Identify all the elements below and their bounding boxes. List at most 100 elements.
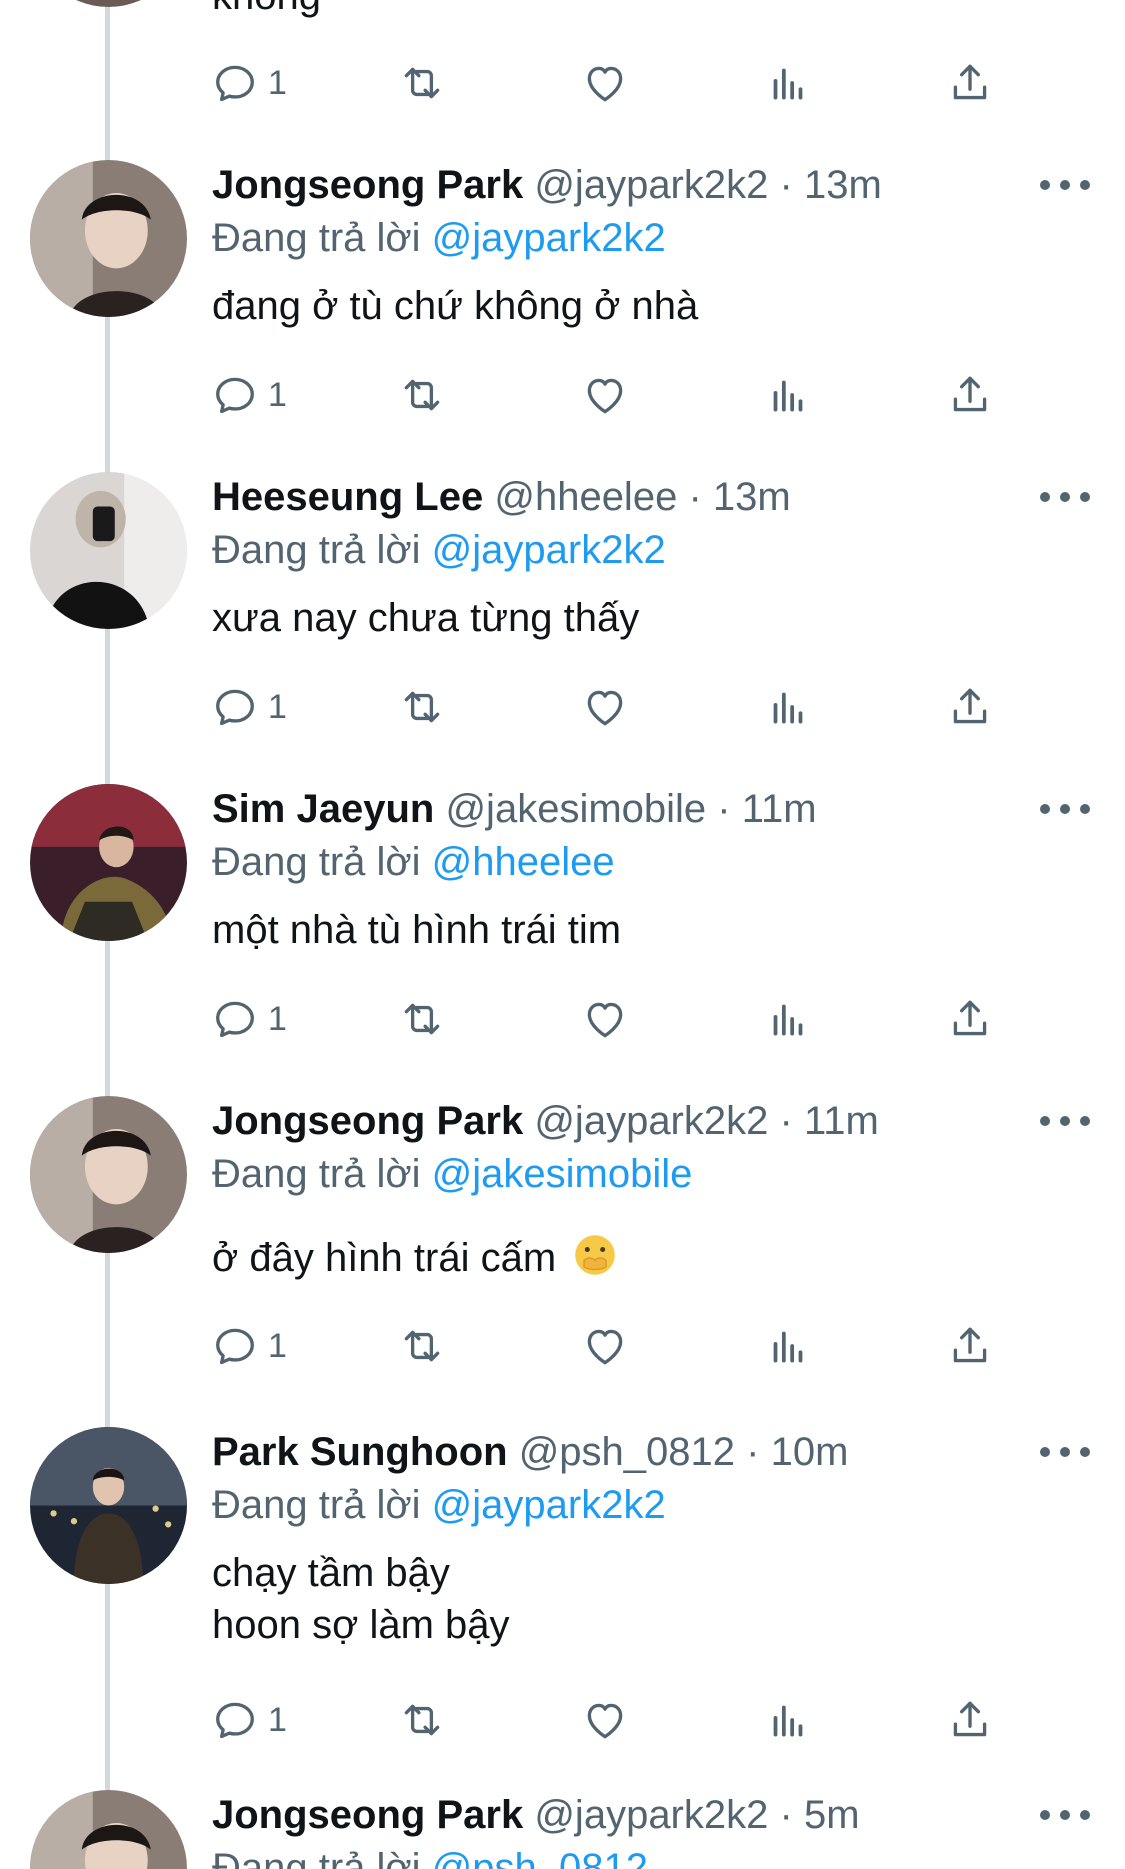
reply-button[interactable]: 1 [210,53,287,113]
username[interactable]: @jaypark2k2 [534,163,768,207]
timestamp[interactable]: 5m [804,1793,860,1837]
display-name[interactable]: Jongseong Park [212,163,523,207]
reply-icon [216,1702,254,1739]
display-name[interactable]: Sim Jaeyun [212,787,434,831]
username[interactable]: @jaypark2k2 [534,1793,768,1837]
replying-to-label: Đang trả lời [212,1846,421,1869]
views-button[interactable] [763,677,813,737]
tweet-header: Heeseung Lee @hheelee · 13m [212,472,791,522]
more-button[interactable] [1040,170,1090,200]
more-button[interactable] [1040,1800,1090,1830]
like-button[interactable] [580,677,630,737]
views-button[interactable] [763,1690,813,1750]
avatar[interactable] [30,472,187,629]
share-button[interactable] [945,677,995,737]
reply-button[interactable]: 1 [210,989,287,1049]
tweet-text: không [212,0,321,22]
like-button[interactable] [580,1690,630,1750]
analytics-icon [773,1004,803,1036]
share-button[interactable] [945,989,995,1049]
replying-to: Đang trả lời @jaypark2k2 [212,1479,666,1531]
like-button[interactable] [580,53,630,113]
avatar[interactable] [30,160,187,317]
username[interactable]: @psh_0812 [519,1430,735,1474]
mention-link[interactable]: @jaypark2k2 [432,216,666,260]
more-button[interactable] [1040,482,1090,512]
reply-button[interactable]: 1 [210,1690,287,1750]
retweet-button[interactable] [397,1690,447,1750]
like-button[interactable] [580,989,630,1049]
tweet-actions: 1 [0,989,1125,1049]
separator-dot: · [779,1793,793,1837]
more-icon [1040,492,1050,502]
username[interactable]: @jaypark2k2 [534,1099,768,1143]
timestamp[interactable]: 10m [771,1430,849,1474]
timestamp[interactable]: 11m [804,1099,879,1143]
avatar[interactable] [30,1427,187,1584]
share-icon [953,1000,987,1036]
more-button[interactable] [1040,1106,1090,1136]
analytics-icon [773,380,803,412]
timestamp[interactable]: 11m [742,787,817,831]
views-button[interactable] [763,1316,813,1376]
more-button[interactable] [1040,1437,1090,1467]
retweet-button[interactable] [397,1316,447,1376]
display-name[interactable]: Jongseong Park [212,1793,523,1837]
mention-link[interactable]: @jaypark2k2 [432,528,666,572]
retweet-button[interactable] [397,53,447,113]
username[interactable]: @hheelee [494,475,677,519]
display-name[interactable]: Heeseung Lee [212,475,483,519]
display-name[interactable]: Park Sunghoon [212,1430,508,1474]
mention-link[interactable]: @psh_0812 [432,1846,648,1869]
timestamp[interactable]: 13m [713,475,791,519]
retweet-icon [404,1330,440,1362]
avatar[interactable] [30,1790,187,1869]
tweet-line: xưa nay chưa từng thấy [212,596,640,640]
reply-icon [216,689,254,726]
tweet-line: hoon sợ làm bậy [212,1603,510,1647]
username[interactable]: @jakesimobile [445,787,706,831]
mention-link[interactable]: @hheelee [432,840,615,884]
tweet-text: chạy tầm bậy hoon sợ làm bậy [212,1547,510,1651]
retweet-icon [404,691,440,723]
more-icon [1040,804,1050,814]
share-button[interactable] [945,1316,995,1376]
retweet-button[interactable] [397,989,447,1049]
reply-button[interactable]: 1 [210,365,287,425]
face-with-hand-over-mouth-emoji [575,1235,616,1275]
avatar[interactable] [30,784,187,941]
reply-count: 1 [268,999,287,1038]
views-button[interactable] [763,365,813,425]
reply-count: 1 [268,63,287,102]
replying-to-label: Đang trả lời [212,840,421,884]
reply-button[interactable]: 1 [210,1316,287,1376]
share-icon [953,688,987,724]
reply-icon [216,1328,254,1365]
share-button[interactable] [945,365,995,425]
replying-to: Đang trả lời @hheelee [212,836,615,888]
more-button[interactable] [1040,794,1090,824]
display-name[interactable]: Jongseong Park [212,1099,523,1143]
profile-photo [30,1790,187,1869]
retweet-button[interactable] [397,365,447,425]
avatar[interactable] [30,0,187,7]
like-button[interactable] [580,1316,630,1376]
tweet-header: Park Sunghoon @psh_0812 · 10m [212,1427,848,1477]
retweet-button[interactable] [397,677,447,737]
analytics-icon [773,1705,803,1737]
tweet-line: ở đây hình trái cấm [212,1236,557,1280]
reply-button[interactable]: 1 [210,677,287,737]
like-button[interactable] [580,365,630,425]
tweet-actions: 1 [0,677,1125,737]
share-button[interactable] [945,1690,995,1750]
views-button[interactable] [763,989,813,1049]
mention-link[interactable]: @jaypark2k2 [432,1483,666,1527]
profile-photo [30,160,187,317]
tweet-actions: 1 [0,1316,1125,1376]
timestamp[interactable]: 13m [804,163,882,207]
replying-to-label: Đang trả lời [212,1152,421,1196]
avatar[interactable] [30,1096,187,1253]
mention-link[interactable]: @jakesimobile [432,1152,693,1196]
views-button[interactable] [763,53,813,113]
share-button[interactable] [945,53,995,113]
